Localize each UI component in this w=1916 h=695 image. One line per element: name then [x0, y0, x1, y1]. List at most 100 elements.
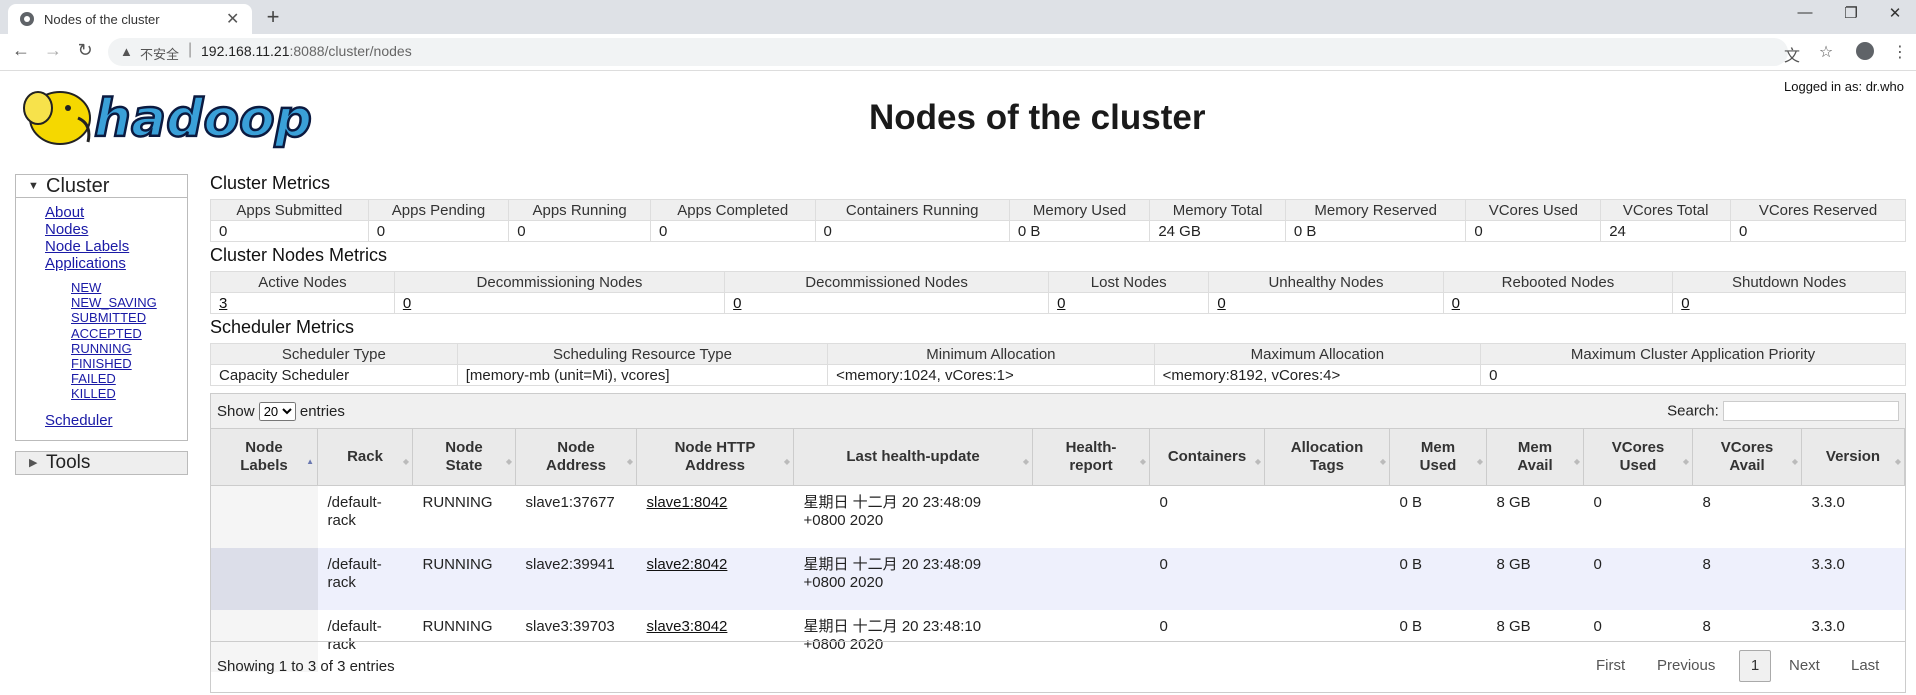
security-label[interactable]: 不安全: [140, 44, 179, 63]
logo-text: hadoop: [94, 89, 312, 149]
metric-header: Memory Total: [1149, 199, 1286, 221]
cell-node-state: RUNNING: [422, 494, 493, 511]
tools-label: Tools: [46, 452, 91, 473]
metric-value: <memory:8192, vCores:4>: [1153, 364, 1482, 386]
back-icon[interactable]: ←: [8, 40, 34, 61]
decommissioned-nodes-link[interactable]: 0: [733, 295, 741, 312]
metrics-value-row: 0 0 0 0 0 0 B 24 GB 0 B 0 24 0: [210, 220, 1906, 242]
close-window-icon[interactable]: ✕: [1880, 4, 1910, 22]
search-label: Search:: [1667, 402, 1719, 420]
metric-header: Active Nodes: [210, 271, 395, 293]
metrics-header-row: Apps Submitted Apps Pending Apps Running…: [210, 199, 1906, 221]
column-header-vcores-avail[interactable]: VCores Avail ◆: [1692, 429, 1802, 486]
lost-nodes-link[interactable]: 0: [1057, 295, 1065, 312]
pagination-next[interactable]: Next: [1789, 657, 1820, 674]
minimize-icon[interactable]: —: [1790, 4, 1820, 21]
pagination-current-page[interactable]: 1: [1739, 650, 1771, 682]
page-size-select[interactable]: 20: [258, 402, 296, 421]
triangle-down-icon: ▼: [28, 180, 39, 192]
cell-version: 3.3.0: [1801, 548, 1905, 610]
app-state-finished[interactable]: FINISHED: [71, 356, 187, 371]
pagination-first[interactable]: First: [1596, 657, 1625, 674]
unhealthy-nodes-link[interactable]: 0: [1217, 295, 1225, 312]
app-state-killed[interactable]: KILLED: [71, 386, 187, 401]
metric-value: 0: [508, 220, 651, 242]
menu-icon[interactable]: ⋮: [1888, 42, 1912, 62]
metric-header: Memory Used: [1008, 199, 1151, 221]
app-state-submitted[interactable]: SUBMITTED: [71, 310, 187, 325]
metrics-value-row: Capacity Scheduler [memory-mb (unit=Mi),…: [210, 364, 1906, 386]
reload-icon[interactable]: ↻: [72, 40, 98, 61]
metric-value: 0: [649, 220, 816, 242]
column-header-node-http-address[interactable]: Node HTTP Address ◆: [636, 429, 794, 486]
search-control: Search:: [1667, 401, 1899, 421]
browser-tab[interactable]: Nodes of the cluster ✕: [8, 4, 252, 34]
metric-header: Lost Nodes: [1048, 271, 1210, 293]
metric-value: 0: [1048, 292, 1210, 314]
column-header-version[interactable]: Version ◆: [1801, 429, 1905, 486]
divider: |: [188, 41, 193, 58]
sort-icon: ◆: [783, 457, 790, 466]
warning-icon: ▲: [120, 44, 133, 59]
column-header-health-report[interactable]: Health-report ◆: [1032, 429, 1150, 486]
shutdown-nodes-link[interactable]: 0: [1681, 295, 1689, 312]
column-header-rack[interactable]: Rack ◆: [317, 429, 413, 486]
app-state-running[interactable]: RUNNING: [71, 341, 187, 356]
sort-icon: ◆: [1476, 457, 1483, 466]
column-header-mem-avail[interactable]: Mem Avail ◆: [1486, 429, 1584, 486]
active-nodes-link[interactable]: 3: [219, 295, 227, 312]
node-http-link[interactable]: slave3:8042: [647, 618, 728, 635]
metric-header: Apps Pending: [367, 199, 510, 221]
restore-icon[interactable]: ❐: [1836, 4, 1866, 22]
rebooted-nodes-link[interactable]: 0: [1452, 295, 1460, 312]
close-tab-icon[interactable]: ✕: [226, 9, 239, 29]
column-header-last-health-update[interactable]: Last health-update ◆: [793, 429, 1033, 486]
forward-icon[interactable]: →: [40, 40, 66, 61]
url-text[interactable]: 192.168.11.21:8088/cluster/nodes: [201, 43, 412, 59]
pagination-last[interactable]: Last: [1851, 657, 1879, 674]
app-state-new-saving[interactable]: NEW_SAVING: [71, 295, 187, 310]
tab-title: Nodes of the cluster: [44, 12, 160, 27]
sidebar-item-applications[interactable]: Applications: [45, 255, 187, 272]
node-http-link[interactable]: slave2:8042: [647, 556, 728, 573]
column-header-node-state[interactable]: Node State ◆: [412, 429, 516, 486]
app-state-accepted[interactable]: ACCEPTED: [71, 326, 187, 341]
sidebar: ▼ Cluster About Nodes Node Labels Applic…: [15, 174, 188, 475]
metric-header: Maximum Allocation: [1153, 343, 1482, 365]
column-header-vcores-used[interactable]: VCores Used ◆: [1583, 429, 1693, 486]
cell-vcores-used: 0: [1583, 548, 1693, 610]
profile-avatar-icon[interactable]: [1856, 42, 1874, 60]
metric-value: 0: [393, 292, 726, 314]
sidebar-item-node-labels[interactable]: Node Labels: [45, 238, 187, 255]
address-bar[interactable]: ▲ 不安全 | 192.168.11.21:8088/cluster/nodes: [108, 38, 1788, 66]
translate-icon[interactable]: 文: [1780, 42, 1804, 66]
triangle-right-icon: ▶: [29, 457, 38, 469]
app-state-new[interactable]: NEW: [71, 280, 187, 295]
new-tab-button[interactable]: +: [260, 4, 286, 30]
column-header-allocation-tags[interactable]: Allocation Tags ◆: [1264, 429, 1390, 486]
node-http-link[interactable]: slave1:8042: [647, 494, 728, 511]
sort-icon: ◆: [1573, 457, 1580, 466]
metric-value: 0 B: [1008, 220, 1151, 242]
sort-asc-icon: ▲: [306, 457, 314, 466]
column-header-node-labels[interactable]: Node Labels ▲: [211, 429, 318, 486]
metric-value: 0: [1442, 292, 1674, 314]
cell-vcores-used: 0: [1593, 494, 1602, 511]
tools-section-header[interactable]: ▶ Tools: [15, 451, 188, 475]
hadoop-logo[interactable]: hadoop: [16, 78, 316, 152]
metric-value: 0: [1465, 220, 1602, 242]
app-state-failed[interactable]: FAILED: [71, 371, 187, 386]
column-header-node-address[interactable]: Node Address ◆: [515, 429, 637, 486]
column-header-containers[interactable]: Containers ◆: [1149, 429, 1265, 486]
pagination-previous[interactable]: Previous: [1657, 657, 1715, 674]
bookmark-star-icon[interactable]: ☆: [1814, 42, 1838, 62]
sidebar-item-scheduler[interactable]: Scheduler: [45, 412, 187, 429]
cluster-section-header[interactable]: ▼ Cluster: [15, 174, 188, 198]
column-header-mem-used[interactable]: Mem Used ◆: [1389, 429, 1487, 486]
search-input[interactable]: [1723, 401, 1899, 421]
cell-health-report: [1032, 548, 1150, 610]
metric-value: 3: [210, 292, 395, 314]
decommissioning-nodes-link[interactable]: 0: [403, 295, 411, 312]
sidebar-item-nodes[interactable]: Nodes: [45, 221, 187, 238]
sidebar-item-about[interactable]: About: [45, 204, 187, 221]
